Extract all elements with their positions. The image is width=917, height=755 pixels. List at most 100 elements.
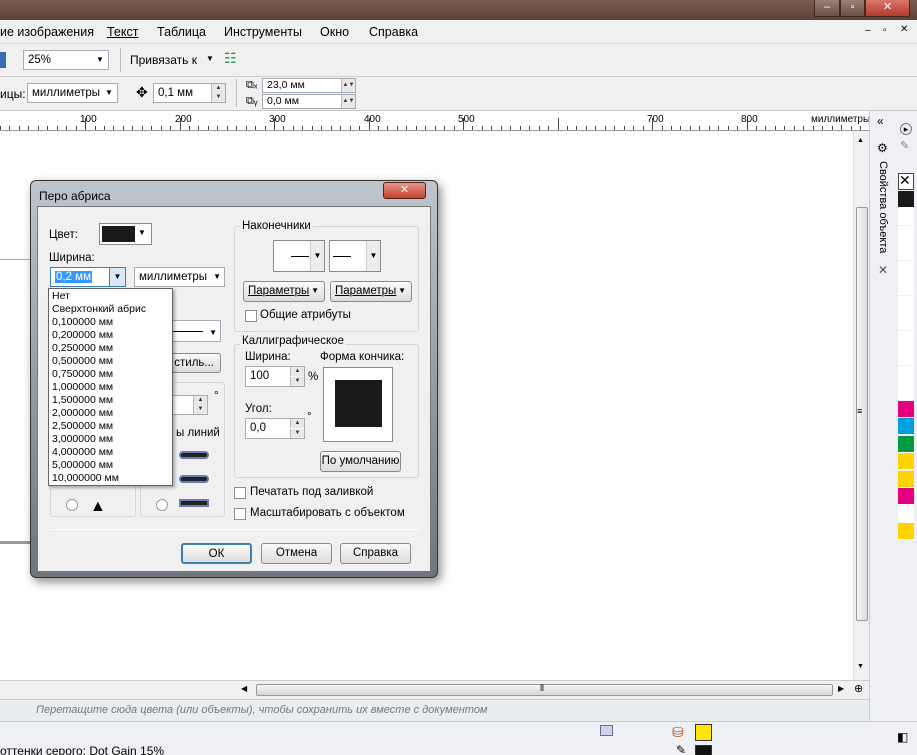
width-option[interactable]: 0,750000 мм xyxy=(52,368,113,381)
menu-tools[interactable]: Инструменты xyxy=(224,25,302,39)
no-color-swatch[interactable]: ✕ xyxy=(898,172,914,190)
width-option[interactable]: 10,000000 мм xyxy=(52,472,119,485)
ok-button[interactable]: ОК xyxy=(181,543,252,564)
palette-swatch[interactable] xyxy=(898,243,914,260)
vertical-scrollbar[interactable]: ≡ ▲ ▼ xyxy=(853,131,869,680)
palette-swatch[interactable] xyxy=(898,260,914,278)
width-option[interactable]: Нет xyxy=(52,290,70,303)
spin-down-icon[interactable]: ▼ xyxy=(211,93,225,102)
spin-icon[interactable]: ▲▼ xyxy=(341,95,355,108)
units-combo[interactable]: миллиметры ▼ xyxy=(27,83,118,103)
width-combo[interactable]: 0,2 мм ▼ xyxy=(50,267,126,287)
doc-restore-icon[interactable]: ▫ xyxy=(883,25,887,36)
doc-minimize-icon[interactable]: – xyxy=(865,25,871,36)
behind-fill-checkbox[interactable] xyxy=(234,487,246,499)
palette-swatch[interactable] xyxy=(898,488,914,505)
spin-down-icon[interactable]: ▼ xyxy=(290,377,304,386)
menu-table[interactable]: Таблица xyxy=(157,25,206,39)
edit-style-button[interactable]: стиль... xyxy=(166,353,221,373)
nib-shape-preview[interactable] xyxy=(323,367,393,442)
spin-down-icon[interactable]: ▼ xyxy=(290,429,304,438)
maximize-button[interactable]: ▫ xyxy=(840,0,865,17)
start-arrow-options-button[interactable]: Параметры ▼ xyxy=(243,281,325,302)
spin-up-icon[interactable]: ▲ xyxy=(193,396,207,405)
menu-text[interactable]: Текст xyxy=(107,25,138,39)
color-picker-button[interactable]: ▼ xyxy=(99,223,152,245)
palette-swatch[interactable] xyxy=(898,190,914,208)
zoom-combo[interactable]: 25% ▼ xyxy=(23,50,109,70)
width-units-combo[interactable]: миллиметры ▼ xyxy=(134,267,225,287)
width-option[interactable]: 2,000000 мм xyxy=(52,407,113,420)
snap-to-button[interactable]: Привязать к xyxy=(130,53,197,67)
doc-close-icon[interactable]: ✕ xyxy=(900,24,908,35)
tool-icon[interactable] xyxy=(0,52,6,68)
width-option[interactable]: 1,000000 мм xyxy=(52,381,113,394)
document-palette[interactable]: Перетащите сюда цвета (или объекты), что… xyxy=(0,699,869,721)
palette-swatch[interactable] xyxy=(898,470,914,488)
corner-bevel-radio[interactable] xyxy=(66,499,78,511)
width-option[interactable]: 0,250000 мм xyxy=(52,342,113,355)
menu-window[interactable]: Окно xyxy=(320,25,349,39)
width-option[interactable]: 1,500000 мм xyxy=(52,394,113,407)
stretch-field[interactable]: 100 ▲ ▼ xyxy=(245,366,305,387)
spin-down-icon[interactable]: ▼ xyxy=(193,405,207,414)
menu-image[interactable]: ие изображения xyxy=(0,25,94,39)
close-window-button[interactable]: ✕ xyxy=(865,0,910,17)
cap-square-radio[interactable] xyxy=(156,499,168,511)
width-option[interactable]: 2,500000 мм xyxy=(52,420,113,433)
help-button[interactable]: Справка xyxy=(340,543,411,564)
eyedropper-icon[interactable]: ✎ xyxy=(900,139,909,152)
width-option[interactable]: 0,200000 мм xyxy=(52,329,113,342)
width-option[interactable]: Сверхтонкий абрис xyxy=(52,303,146,316)
palette-scroll-up-icon[interactable]: ▸ xyxy=(900,123,912,135)
spin-up-icon[interactable]: ▲ xyxy=(211,84,225,93)
scale-with-object-checkbox[interactable] xyxy=(234,508,246,520)
palette-swatch[interactable] xyxy=(898,365,914,383)
color-proof-icon[interactable] xyxy=(600,725,613,736)
scroll-right-icon[interactable]: ▶ xyxy=(838,684,844,693)
palette-swatch[interactable] xyxy=(898,383,914,400)
cancel-button[interactable]: Отмена xyxy=(261,543,332,564)
nudge-field[interactable]: 0,1 мм ▲ ▼ xyxy=(153,83,226,103)
docker-toggle-icon[interactable]: ◧ xyxy=(897,730,908,744)
palette-swatch[interactable] xyxy=(898,435,914,453)
minimize-button[interactable]: – xyxy=(814,0,840,17)
palette-swatch[interactable] xyxy=(898,348,914,365)
palette-swatch[interactable] xyxy=(898,400,914,418)
docker-tab-object-properties[interactable]: Свойства объекта xyxy=(873,161,893,271)
duplicate-y-field[interactable]: 0,0 мм ▲▼ xyxy=(262,94,356,109)
palette-swatch[interactable] xyxy=(898,505,914,523)
duplicate-x-field[interactable]: 23,0 мм ▲▼ xyxy=(262,78,356,93)
angle-field[interactable]: 0,0 ▲ ▼ xyxy=(245,418,305,439)
palette-swatch[interactable] xyxy=(898,208,914,225)
horizontal-ruler[interactable]: 100 200 300 400 500 700 800 миллиметры xyxy=(0,111,871,131)
scroll-down-icon[interactable]: ▼ xyxy=(857,663,864,670)
horizontal-scroll-thumb[interactable] xyxy=(256,684,833,696)
palette-swatch[interactable] xyxy=(898,225,914,243)
collapse-docker-icon[interactable]: « xyxy=(877,114,884,128)
dialog-close-button[interactable]: ✕ xyxy=(383,182,426,199)
width-option[interactable]: 5,000000 мм xyxy=(52,459,113,472)
palette-swatch[interactable] xyxy=(898,523,914,540)
width-option[interactable]: 0,100000 мм xyxy=(52,316,113,329)
palette-swatch[interactable] xyxy=(898,330,914,348)
palette-swatch[interactable] xyxy=(898,278,914,295)
width-option[interactable]: 4,000000 мм xyxy=(52,446,113,459)
scroll-left-icon[interactable]: ◀ xyxy=(241,684,247,693)
start-arrow-combo[interactable]: ▼ xyxy=(273,240,325,272)
default-nib-button[interactable]: По умолчанию xyxy=(320,451,401,472)
zoom-icon[interactable]: ⊕ xyxy=(854,682,863,695)
fill-color-swatch[interactable] xyxy=(695,724,712,741)
miter-limit-field[interactable]: ▲ ▼ xyxy=(168,395,208,415)
palette-swatch[interactable] xyxy=(898,453,914,470)
end-arrow-combo[interactable]: ▼ xyxy=(329,240,381,272)
scroll-up-icon[interactable]: ▲ xyxy=(857,137,864,144)
outline-color-swatch[interactable] xyxy=(695,745,712,755)
spin-up-icon[interactable]: ▲ xyxy=(290,367,304,376)
width-option[interactable]: 3,000000 мм xyxy=(52,433,113,446)
end-arrow-options-button[interactable]: Параметры ▼ xyxy=(330,281,412,302)
chevron-down-icon[interactable]: ▼ xyxy=(206,54,214,63)
palette-swatch[interactable] xyxy=(898,295,914,313)
width-option[interactable]: 0,500000 мм xyxy=(52,355,113,368)
spin-icon[interactable]: ▲▼ xyxy=(341,79,355,92)
